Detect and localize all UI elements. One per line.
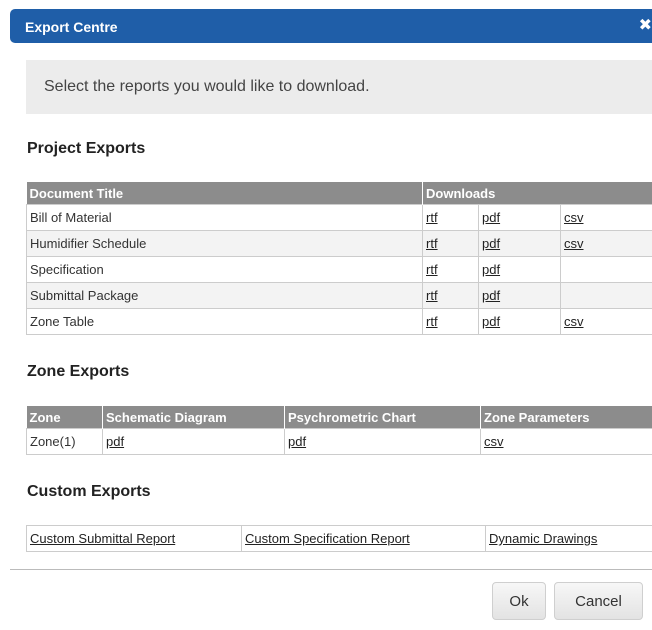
table-row: Zone Table rtf pdf csv xyxy=(26,308,652,335)
header-zone-parameters: Zone Parameters xyxy=(480,406,652,429)
schematic-pdf-link[interactable]: pdf xyxy=(106,434,124,449)
intro-panel: Select the reports you would like to dow… xyxy=(26,60,652,114)
header-downloads: Downloads xyxy=(422,182,652,205)
header-zone: Zone xyxy=(26,406,103,429)
table-row: Specification rtf pdf xyxy=(26,256,652,283)
empty-cell xyxy=(560,256,652,283)
rtf-link[interactable]: rtf xyxy=(426,236,438,251)
pdf-link[interactable]: pdf xyxy=(482,210,500,225)
zone-name-cell: Zone(1) xyxy=(26,428,103,455)
document-title-cell: Specification xyxy=(26,256,423,283)
csv-link[interactable]: csv xyxy=(564,210,584,225)
table-row: Bill of Material rtf pdf csv xyxy=(26,204,652,231)
table-row: Submittal Package rtf pdf xyxy=(26,282,652,309)
header-schematic-diagram: Schematic Diagram xyxy=(102,406,285,429)
footer-divider xyxy=(10,569,652,570)
rtf-link[interactable]: rtf xyxy=(426,210,438,225)
custom-submittal-report-link[interactable]: Custom Submittal Report xyxy=(30,531,175,546)
close-icon[interactable]: ✖ xyxy=(639,18,652,34)
document-title-cell: Zone Table xyxy=(26,308,423,335)
zone-exports-table: Zone Schematic Diagram Psychrometric Cha… xyxy=(26,406,652,455)
csv-link[interactable]: csv xyxy=(564,236,584,251)
dialog-titlebar: Export Centre ✖ xyxy=(10,9,652,43)
zone-exports-title: Zone Exports xyxy=(27,363,130,380)
header-document-title: Document Title xyxy=(26,182,423,205)
pdf-link[interactable]: pdf xyxy=(482,288,500,303)
csv-link[interactable]: csv xyxy=(564,314,584,329)
dynamic-drawings-link[interactable]: Dynamic Drawings xyxy=(489,531,597,546)
table-row: Humidifier Schedule rtf pdf csv xyxy=(26,230,652,257)
export-centre-dialog: Export Centre ✖ Select the reports you w… xyxy=(0,0,652,630)
custom-specification-report-link[interactable]: Custom Specification Report xyxy=(245,531,410,546)
table-row: Custom Submittal Report Custom Specifica… xyxy=(26,525,652,552)
table-header-row: Document Title Downloads xyxy=(26,182,652,205)
document-title-cell: Humidifier Schedule xyxy=(26,230,423,257)
rtf-link[interactable]: rtf xyxy=(426,262,438,277)
header-psychrometric-chart: Psychrometric Chart xyxy=(284,406,481,429)
project-exports-table: Document Title Downloads Bill of Materia… xyxy=(26,182,652,335)
rtf-link[interactable]: rtf xyxy=(426,288,438,303)
intro-text: Select the reports you would like to dow… xyxy=(44,78,370,95)
custom-exports-title: Custom Exports xyxy=(27,483,151,500)
rtf-link[interactable]: rtf xyxy=(426,314,438,329)
ok-button[interactable]: Ok xyxy=(492,582,546,620)
zone-parameters-csv-link[interactable]: csv xyxy=(484,434,504,449)
pdf-link[interactable]: pdf xyxy=(482,236,500,251)
project-exports-title: Project Exports xyxy=(27,140,146,157)
document-title-cell: Submittal Package xyxy=(26,282,423,309)
empty-cell xyxy=(560,282,652,309)
cancel-button[interactable]: Cancel xyxy=(554,582,643,620)
dialog-title: Export Centre xyxy=(25,19,118,35)
psychrometric-pdf-link[interactable]: pdf xyxy=(288,434,306,449)
document-title-cell: Bill of Material xyxy=(26,204,423,231)
pdf-link[interactable]: pdf xyxy=(482,262,500,277)
custom-exports-table: Custom Submittal Report Custom Specifica… xyxy=(26,525,652,552)
table-row: Zone(1) pdf pdf csv xyxy=(26,428,652,455)
table-header-row: Zone Schematic Diagram Psychrometric Cha… xyxy=(26,406,652,429)
pdf-link[interactable]: pdf xyxy=(482,314,500,329)
